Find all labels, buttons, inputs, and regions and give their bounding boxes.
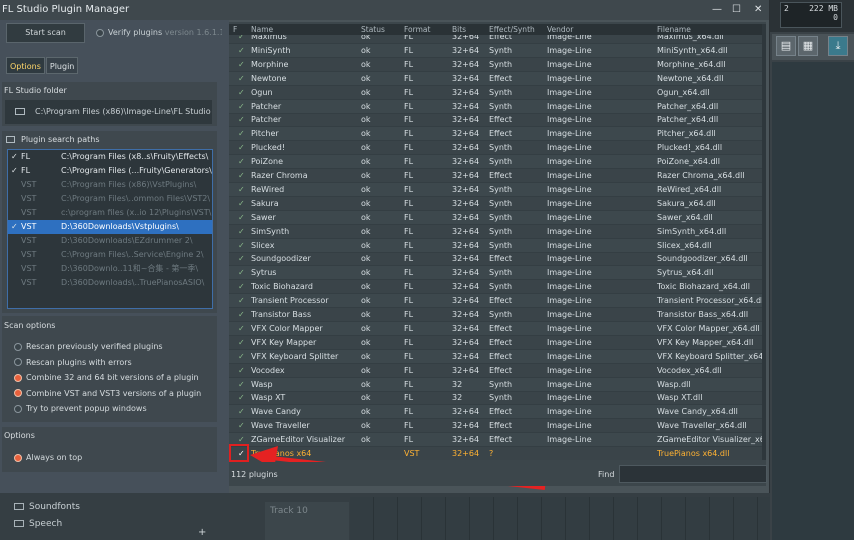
find-label: Find xyxy=(598,470,615,479)
find-input[interactable] xyxy=(619,465,767,483)
red-arrow-annotation xyxy=(250,446,546,490)
plugin-count: 112 plugins xyxy=(231,470,278,479)
